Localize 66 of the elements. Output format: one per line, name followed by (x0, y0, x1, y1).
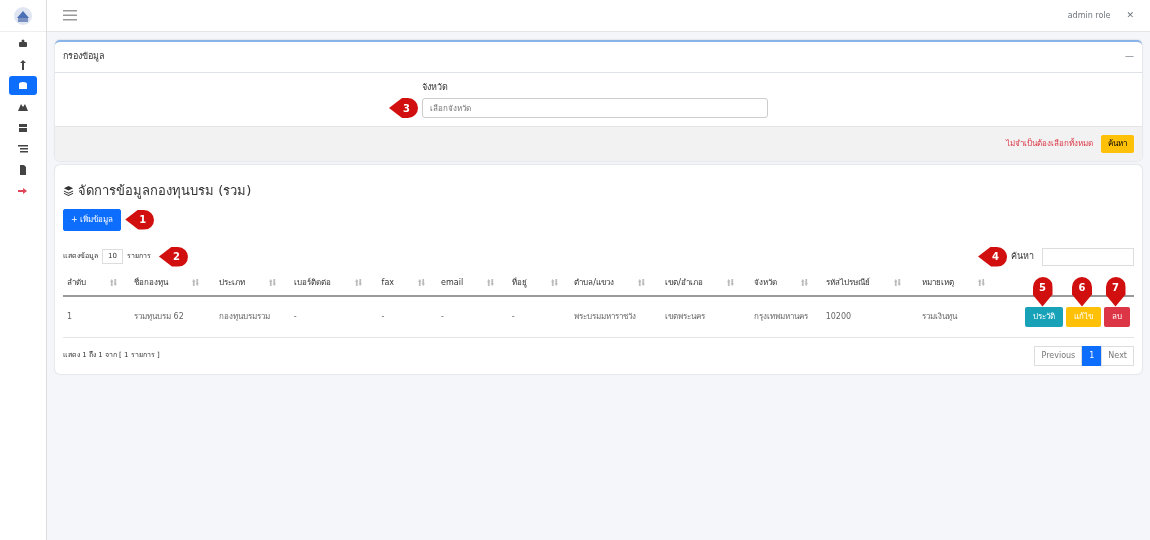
page-link[interactable]: 1 (1082, 345, 1102, 366)
column-header[interactable]: fax (381, 276, 395, 289)
sort-icon (192, 279, 200, 286)
search-button[interactable]: ค้นหา (1101, 135, 1134, 153)
sort-icon (726, 279, 734, 286)
close-button[interactable]: ✕ (1126, 8, 1134, 23)
delete-button[interactable]: ลบ (1104, 306, 1130, 327)
search-label: ค้นหา (1011, 249, 1034, 263)
column-header[interactable]: ตำบล/แขวง (574, 276, 614, 289)
layers-icon (63, 185, 74, 197)
table-cell: - (289, 295, 378, 337)
table-cell: เขตพระนคร (661, 295, 750, 337)
province-select[interactable]: เลือกจังหวัด (422, 98, 768, 118)
add-button[interactable]: + เพิ่มข้อมูล (63, 208, 122, 231)
sidebar-item[interactable] (9, 76, 37, 95)
sort-icon (800, 279, 808, 286)
marker-pin: 3 (389, 98, 418, 118)
table-cell: พระบรมมหาราชวัง (570, 295, 662, 337)
page-link[interactable]: Next (1101, 345, 1134, 366)
marker-pin: 6 (1072, 276, 1092, 307)
column-header[interactable]: ประเภท (218, 276, 245, 289)
logo-icon (13, 5, 33, 26)
page-link[interactable]: Previous (1034, 345, 1083, 366)
field-label: จังหวัด (422, 80, 449, 94)
column-header[interactable]: รหัสไปรษณีย์ (825, 276, 870, 289)
table-cell: รวมเงินทุน (917, 295, 1000, 337)
sort-icon (354, 279, 362, 286)
sort-icon (110, 279, 117, 286)
table-cell: - (507, 295, 571, 337)
page-title: จัดการข้อมูลกองทุนบรม (รวม) (78, 182, 252, 201)
list-icon (17, 142, 29, 155)
sort-icon (550, 279, 558, 286)
column-header[interactable]: เบอร์ติดต่อ (293, 276, 331, 289)
file-icon (17, 163, 29, 176)
column-header[interactable]: ชื่อกองทุน (134, 276, 169, 289)
sort-icon (893, 279, 901, 286)
marker-pin: 1 (125, 209, 155, 230)
column-header[interactable]: จังหวัด (753, 276, 777, 289)
marker-pin: 2 (158, 246, 188, 267)
table-cell: กองทุนบรมรวม (214, 295, 290, 337)
menu-icon[interactable] (63, 10, 77, 21)
hint-text: ไม่จำเป็นต้องเลือกทั้งหมด (1006, 138, 1093, 150)
sort-icon (637, 279, 645, 286)
column-header[interactable]: เขต/อำเภอ (665, 276, 703, 289)
collapse-button[interactable]: — (1125, 50, 1134, 64)
table-cell: - (437, 295, 508, 337)
user-name: admin role (1067, 9, 1111, 22)
search-field[interactable] (1042, 247, 1134, 266)
table-cell: กรุงเทพมหานคร (749, 295, 822, 337)
sort-icon (268, 279, 276, 286)
card-title: กรองข้อมูล (63, 50, 105, 64)
column-header[interactable]: ที่อยู่ (511, 276, 527, 289)
marker-pin: 5 (1032, 276, 1053, 307)
table-cell: 10200 (821, 295, 918, 337)
sort-icon (418, 279, 426, 286)
table-cell: 1 (63, 295, 131, 337)
column-header[interactable]: ลำดับ (67, 276, 86, 289)
marker-pin: 4 (978, 246, 1007, 267)
table-cell: รวมทุนบรม 62 (130, 295, 215, 337)
sort-icon (487, 279, 495, 286)
table-cell: - (377, 295, 438, 337)
column-header[interactable]: หมายเหตุ (921, 276, 954, 289)
column-header[interactable]: email (441, 276, 464, 289)
sort-icon (977, 279, 985, 286)
stack-icon (17, 121, 29, 134)
marker-pin: 7 (1105, 276, 1126, 307)
